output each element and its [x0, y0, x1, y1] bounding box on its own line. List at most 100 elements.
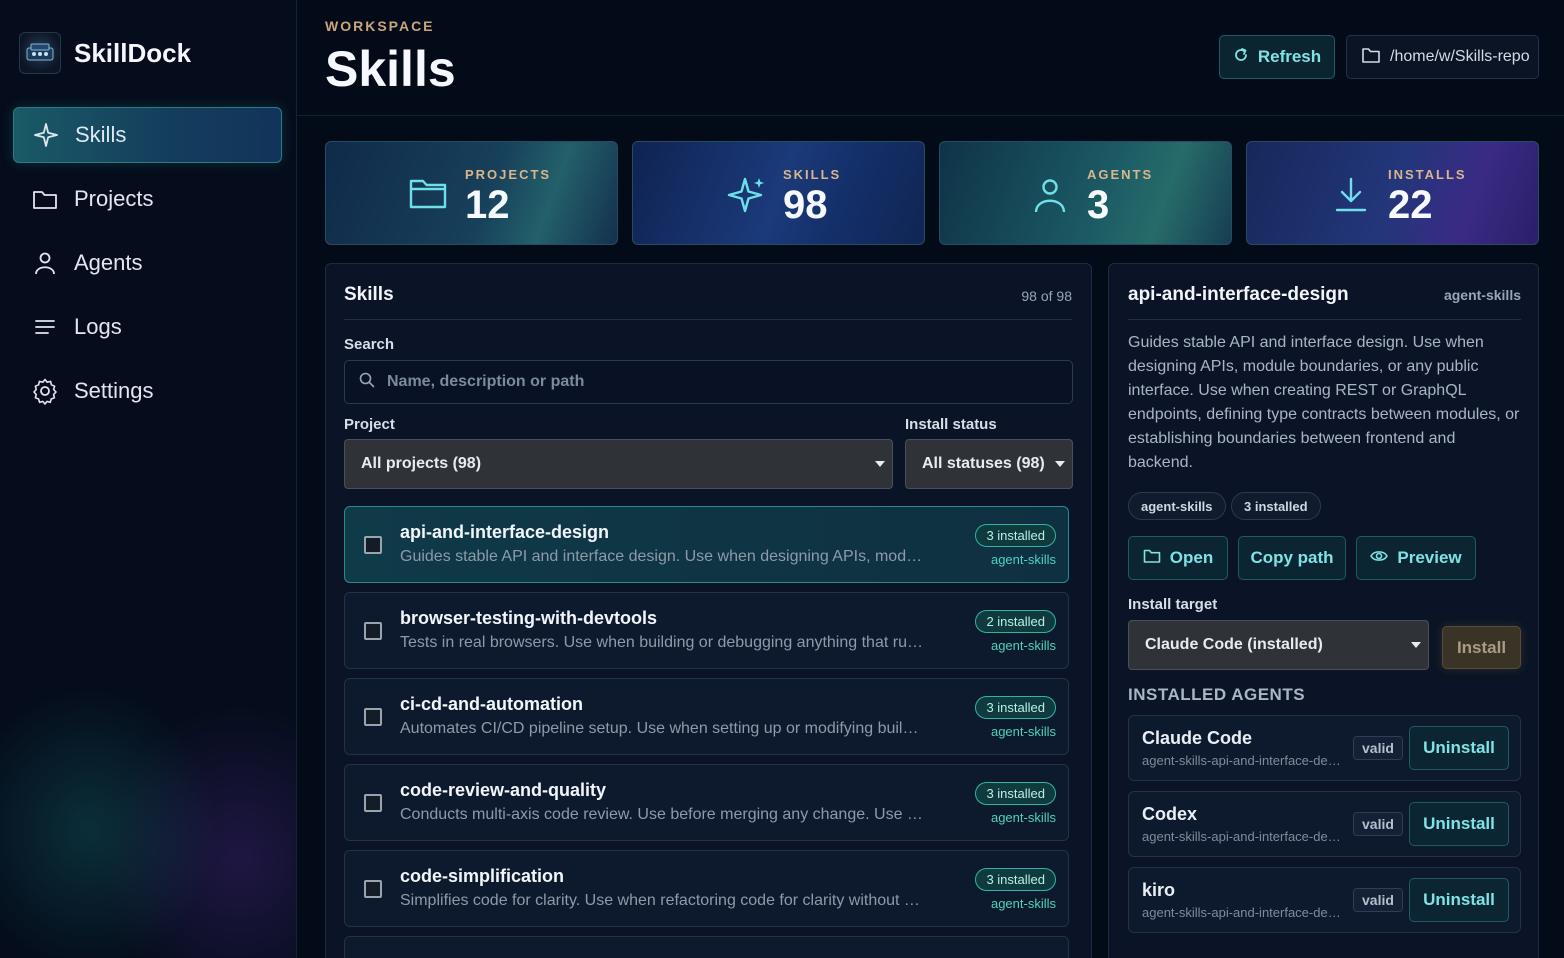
- folder-icon: [408, 175, 448, 215]
- panel-title: Skills: [344, 284, 394, 305]
- skill-detail-panel: api-and-interface-design agent-skills Gu…: [1108, 263, 1539, 958]
- chevron-down-icon: [1055, 461, 1065, 467]
- sidebar: SkillDock Skills Projects Agents Logs Se…: [0, 0, 297, 958]
- workspace-path-button[interactable]: /home/w/Skills-repo: [1346, 35, 1539, 79]
- detail-title: api-and-interface-design: [1128, 284, 1349, 305]
- sidebar-item-skills[interactable]: Skills: [13, 107, 282, 163]
- uninstall-button[interactable]: Uninstall: [1409, 726, 1509, 770]
- skill-name: ci-cd-and-automation: [400, 694, 583, 714]
- chevron-down-icon: [875, 461, 885, 467]
- workspace-eyebrow: WORKSPACE: [325, 18, 435, 34]
- sidebar-item-label: Settings: [74, 378, 154, 403]
- folder-icon: [31, 185, 59, 213]
- person-icon: [31, 249, 59, 277]
- skills-count: 98 of 98: [1021, 288, 1072, 304]
- skill-source: agent-skills: [990, 638, 1056, 653]
- agent-install-path: agent-skills-api-and-interface-design: [1142, 829, 1342, 844]
- skill-checkbox[interactable]: [364, 622, 382, 640]
- skill-description: Tests in real browsers. Use when buildin…: [400, 634, 925, 651]
- detail-description: Guides stable API and interface design. …: [1128, 334, 1520, 471]
- skill-source: agent-skills: [990, 724, 1056, 739]
- folder-icon: [1143, 548, 1161, 569]
- preview-button[interactable]: Preview: [1356, 536, 1476, 580]
- stat-label: SKILLS: [783, 167, 842, 182]
- copy-path-button[interactable]: Copy path: [1238, 536, 1346, 580]
- detail-source: agent-skills: [1443, 287, 1521, 303]
- sidebar-nav: Skills Projects Agents Logs Settings: [13, 107, 282, 427]
- skill-row[interactable]: code-simplification Simplifies code for …: [344, 850, 1069, 927]
- status-filter-select[interactable]: All statuses (98): [905, 439, 1073, 489]
- copy-path-label: Copy path: [1250, 548, 1334, 567]
- sparkle-icon: [32, 121, 60, 149]
- app-logo-icon: [19, 32, 61, 74]
- stat-value: 12: [465, 183, 510, 227]
- brand: SkillDock: [19, 32, 191, 74]
- skill-row[interactable]: browser-testing-with-devtools Tests in r…: [344, 592, 1069, 669]
- skill-source: agent-skills: [990, 552, 1056, 567]
- stat-value: 22: [1388, 183, 1433, 227]
- skill-name: code-review-and-quality: [400, 780, 607, 800]
- skill-source: agent-skills: [990, 810, 1056, 825]
- sidebar-item-settings[interactable]: Settings: [13, 363, 282, 419]
- stat-card-agents: AGENTS 3: [939, 141, 1232, 245]
- preview-label: Preview: [1397, 548, 1462, 567]
- uninstall-button[interactable]: Uninstall: [1409, 878, 1509, 922]
- stat-value: 3: [1087, 183, 1110, 227]
- project-filter-value: All projects (98): [361, 455, 482, 472]
- install-button[interactable]: Install: [1442, 626, 1521, 669]
- stat-card-installs: INSTALLS 22: [1246, 141, 1539, 245]
- status-badge: valid: [1353, 812, 1403, 836]
- search-label: Search: [344, 336, 395, 353]
- project-filter-select[interactable]: All projects (98): [344, 439, 893, 489]
- stat-label: INSTALLS: [1388, 167, 1467, 182]
- open-button[interactable]: Open: [1128, 536, 1228, 580]
- status-badge: valid: [1353, 888, 1403, 912]
- app-name: SkillDock: [74, 37, 192, 68]
- stat-card-skills: SKILLS 98: [632, 141, 925, 245]
- agent-row: Codex agent-skills-api-and-interface-des…: [1128, 791, 1521, 857]
- stat-label: PROJECTS: [465, 167, 552, 182]
- search-placeholder: Name, description or path: [387, 373, 585, 390]
- skill-row[interactable]: code-review-and-quality Conducts multi-a…: [344, 764, 1069, 841]
- stat-card-projects: PROJECTS 12: [325, 141, 618, 245]
- project-filter-label: Project: [344, 416, 395, 433]
- open-label: Open: [1169, 548, 1214, 567]
- chevron-down-icon: [1411, 642, 1421, 648]
- sidebar-item-projects[interactable]: Projects: [13, 171, 282, 227]
- skill-checkbox[interactable]: [364, 880, 382, 898]
- search-input[interactable]: Name, description or path: [344, 360, 1073, 404]
- agent-name: Claude Code: [1142, 728, 1253, 748]
- refresh-label: Refresh: [1257, 47, 1322, 66]
- skill-description: Automates CI/CD pipeline setup. Use when…: [400, 720, 925, 737]
- skill-row[interactable]: api-and-interface-design Guides stable A…: [344, 506, 1069, 583]
- installed-badge: 3 installed: [975, 524, 1056, 547]
- divider: [344, 319, 1072, 320]
- skill-checkbox[interactable]: [364, 536, 382, 554]
- sidebar-item-label: Skills: [75, 122, 127, 147]
- skill-name: browser-testing-with-devtools: [400, 608, 658, 628]
- sidebar-item-logs[interactable]: Logs: [13, 299, 282, 355]
- installed-badge: 3 installed: [975, 696, 1056, 719]
- search-icon: [359, 372, 375, 393]
- sidebar-item-agents[interactable]: Agents: [13, 235, 282, 291]
- stat-value: 98: [783, 183, 828, 227]
- skill-row-partial[interactable]: [344, 936, 1069, 958]
- agent-install-path: agent-skills-api-and-interface-design: [1142, 905, 1342, 920]
- sidebar-item-label: Agents: [74, 250, 143, 275]
- skill-checkbox[interactable]: [364, 794, 382, 812]
- folder-icon: [1361, 46, 1381, 69]
- download-icon: [1331, 175, 1371, 215]
- skill-description: Guides stable API and interface design. …: [400, 548, 925, 565]
- person-icon: [1030, 175, 1070, 215]
- agent-row: kiro agent-skills-api-and-interface-desi…: [1128, 867, 1521, 933]
- install-target-label: Install target: [1128, 596, 1218, 613]
- skill-checkbox[interactable]: [364, 708, 382, 726]
- refresh-button[interactable]: Refresh: [1219, 35, 1335, 79]
- skill-name: api-and-interface-design: [400, 522, 610, 542]
- skill-row[interactable]: ci-cd-and-automation Automates CI/CD pip…: [344, 678, 1069, 755]
- install-target-select[interactable]: Claude Code (installed): [1128, 620, 1429, 670]
- installed-badge: 2 installed: [975, 610, 1056, 633]
- uninstall-button[interactable]: Uninstall: [1409, 802, 1509, 846]
- page-header: WORKSPACE Skills Refresh /home/w/Skills-…: [297, 0, 1564, 116]
- eye-icon: [1370, 548, 1389, 568]
